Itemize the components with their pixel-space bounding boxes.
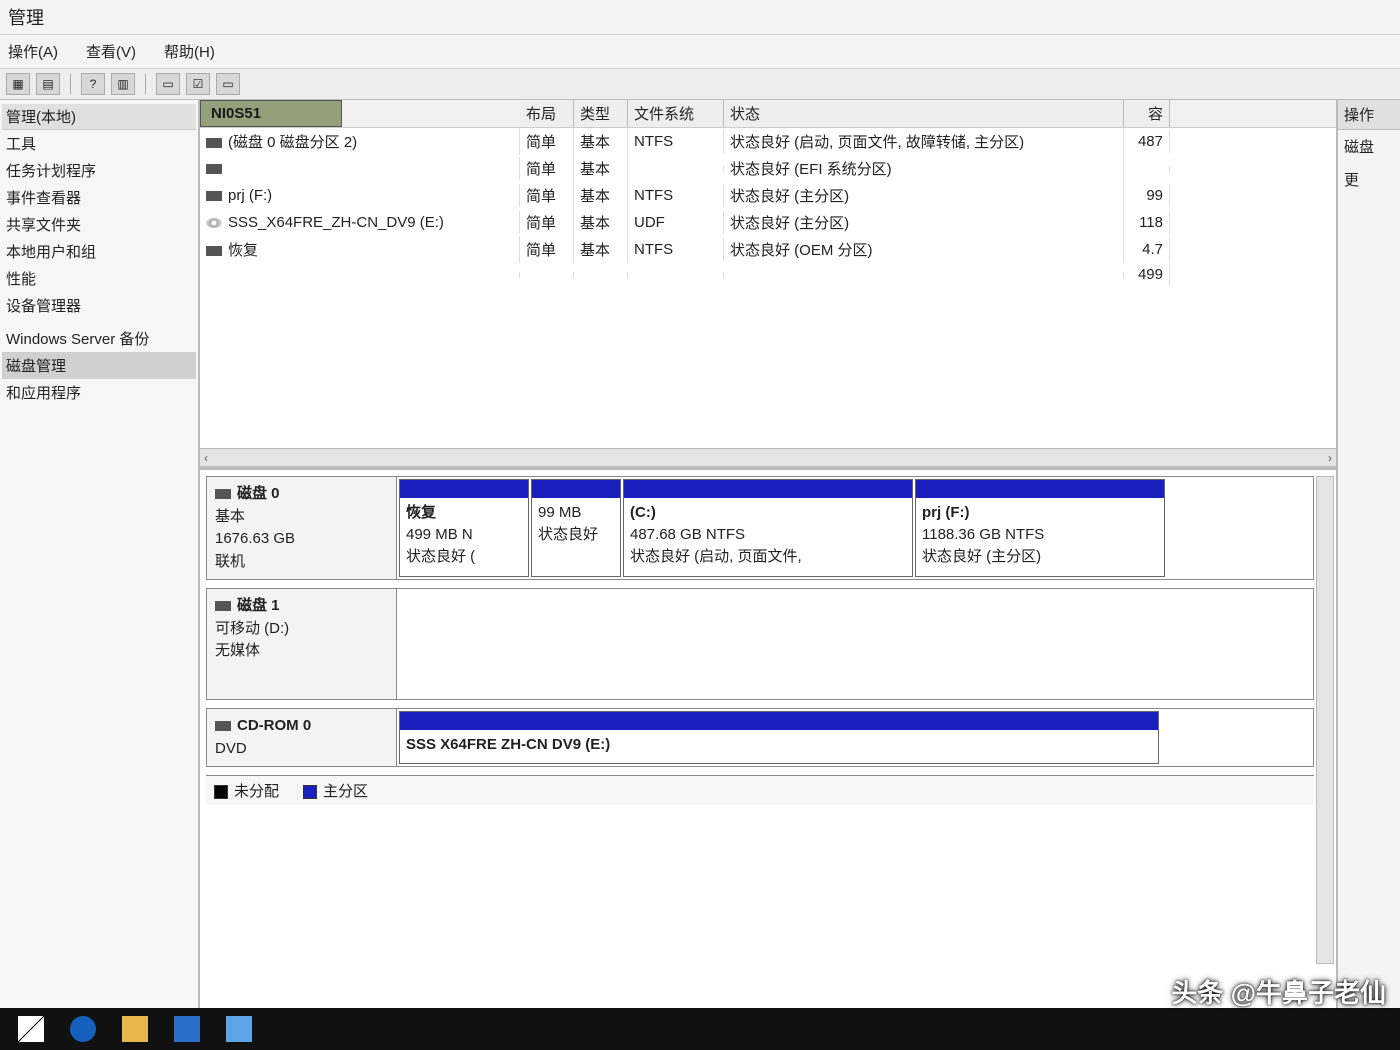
h-scrollbar[interactable]: ‹› bbox=[200, 448, 1336, 466]
volume-row[interactable]: 499 bbox=[200, 263, 1336, 286]
col-layout[interactable]: 布局 bbox=[520, 100, 574, 127]
actions-header: 操作 bbox=[1338, 100, 1400, 130]
selection-chip: NI0S51 bbox=[200, 100, 342, 127]
toolbar: ▦ ▤ ? ▥ ▭ ☑ ▭ bbox=[0, 69, 1400, 100]
sidebar-header: 管理(本地) bbox=[2, 104, 196, 130]
disk-info: CD-ROM 0DVD bbox=[207, 709, 397, 766]
taskbar-icon[interactable] bbox=[226, 1016, 252, 1042]
volume-row[interactable]: SSS_X64FRE_ZH-CN_DV9 (E:)简单基本UDF状态良好 (主分… bbox=[200, 209, 1336, 236]
sidebar-item[interactable]: 任务计划程序 bbox=[2, 157, 196, 184]
col-status[interactable]: 状态 bbox=[724, 100, 1124, 127]
partition[interactable]: (C:)487.68 GB NTFS状态良好 (启动, 页面文件, bbox=[623, 479, 913, 577]
actions-item[interactable]: 磁盘 bbox=[1338, 130, 1400, 163]
menu-help[interactable]: 帮助(H) bbox=[164, 41, 215, 62]
v-scrollbar[interactable] bbox=[1316, 476, 1334, 964]
volume-row[interactable]: 简单基本状态良好 (EFI 系统分区) bbox=[200, 155, 1336, 182]
menu-bar: 操作(A) 查看(V) 帮助(H) bbox=[0, 35, 1400, 69]
taskbar-icon[interactable] bbox=[174, 1016, 200, 1042]
col-capacity[interactable]: 容 bbox=[1124, 100, 1170, 127]
disk-block: 磁盘 1可移动 (D:)无媒体 bbox=[206, 588, 1314, 700]
window-title: 管理 bbox=[0, 0, 1400, 35]
volume-list-pane: NI0S51 x 布局 类型 文件系统 状态 容 (磁盘 0 磁盘分区 2)简单… bbox=[200, 100, 1336, 470]
disk-icon bbox=[215, 489, 231, 499]
sidebar-item[interactable]: 和应用程序 bbox=[2, 379, 196, 406]
volume-row[interactable]: prj (F:)简单基本NTFS状态良好 (主分区)99 bbox=[200, 182, 1336, 209]
ie-icon[interactable] bbox=[70, 1016, 96, 1042]
legend-unalloc: 未分配 bbox=[234, 783, 279, 800]
menu-view[interactable]: 查看(V) bbox=[86, 41, 136, 62]
disk-info: 磁盘 1可移动 (D:)无媒体 bbox=[207, 589, 397, 699]
sidebar-item[interactable]: 设备管理器 bbox=[2, 292, 196, 319]
toolbar-btn[interactable]: ▦ bbox=[6, 73, 30, 95]
cd-icon bbox=[206, 218, 222, 228]
toolbar-btn[interactable]: ▥ bbox=[111, 73, 135, 95]
sidebar-item[interactable]: 共享文件夹 bbox=[2, 211, 196, 238]
start-icon[interactable] bbox=[18, 1016, 44, 1042]
toolbar-btn[interactable]: ▤ bbox=[36, 73, 60, 95]
disk-map-pane: 磁盘 0基本1676.63 GB联机恢复499 MB N状态良好 (99 MB状… bbox=[200, 470, 1336, 1008]
col-type[interactable]: 类型 bbox=[574, 100, 628, 127]
disk-icon bbox=[215, 721, 231, 731]
disk-icon bbox=[206, 164, 222, 174]
disk-icon bbox=[215, 601, 231, 611]
volume-row[interactable]: 恢复简单基本NTFS状态良好 (OEM 分区)4.7 bbox=[200, 236, 1336, 263]
volume-row[interactable]: (磁盘 0 磁盘分区 2)简单基本NTFS状态良好 (启动, 页面文件, 故障转… bbox=[200, 128, 1336, 155]
disk-icon bbox=[206, 191, 222, 201]
disk-icon bbox=[206, 138, 222, 148]
partition[interactable]: 恢复499 MB N状态良好 ( bbox=[399, 479, 529, 577]
disk-block: 磁盘 0基本1676.63 GB联机恢复499 MB N状态良好 (99 MB状… bbox=[206, 476, 1314, 580]
toolbar-btn[interactable]: ▭ bbox=[216, 73, 240, 95]
disk-icon bbox=[206, 246, 222, 256]
sidebar: 管理(本地) 工具任务计划程序事件查看器共享文件夹本地用户和组性能设备管理器 Wi… bbox=[0, 100, 200, 1008]
toolbar-btn[interactable]: ▭ bbox=[156, 73, 180, 95]
legend: 未分配 主分区 bbox=[206, 775, 1314, 805]
sidebar-item[interactable]: 事件查看器 bbox=[2, 184, 196, 211]
partition[interactable]: 99 MB状态良好 bbox=[531, 479, 621, 577]
actions-item[interactable]: 更 bbox=[1338, 163, 1400, 196]
taskbar bbox=[0, 1008, 1400, 1050]
sidebar-item[interactable]: 性能 bbox=[2, 265, 196, 292]
actions-pane: 操作 磁盘 更 bbox=[1336, 100, 1400, 1008]
partition[interactable]: prj (F:)1188.36 GB NTFS状态良好 (主分区) bbox=[915, 479, 1165, 577]
disk-block: CD-ROM 0DVDSSS X64FRE ZH-CN DV9 (E:) bbox=[206, 708, 1314, 767]
sidebar-item[interactable]: Windows Server 备份 bbox=[2, 325, 196, 352]
toolbar-help-icon[interactable]: ? bbox=[81, 73, 105, 95]
partition[interactable]: SSS X64FRE ZH-CN DV9 (E:) bbox=[399, 711, 1159, 764]
toolbar-check-icon[interactable]: ☑ bbox=[186, 73, 210, 95]
legend-primary: 主分区 bbox=[323, 783, 368, 800]
watermark: 头条 @牛鼻子老仙 bbox=[1171, 973, 1386, 1010]
disk-info: 磁盘 0基本1676.63 GB联机 bbox=[207, 477, 397, 579]
explorer-icon[interactable] bbox=[122, 1016, 148, 1042]
sidebar-item[interactable]: 本地用户和组 bbox=[2, 238, 196, 265]
menu-action[interactable]: 操作(A) bbox=[8, 41, 58, 62]
sidebar-item[interactable]: 磁盘管理 bbox=[2, 352, 196, 379]
col-fs[interactable]: 文件系统 bbox=[628, 100, 724, 127]
sidebar-item[interactable]: 工具 bbox=[2, 130, 196, 157]
